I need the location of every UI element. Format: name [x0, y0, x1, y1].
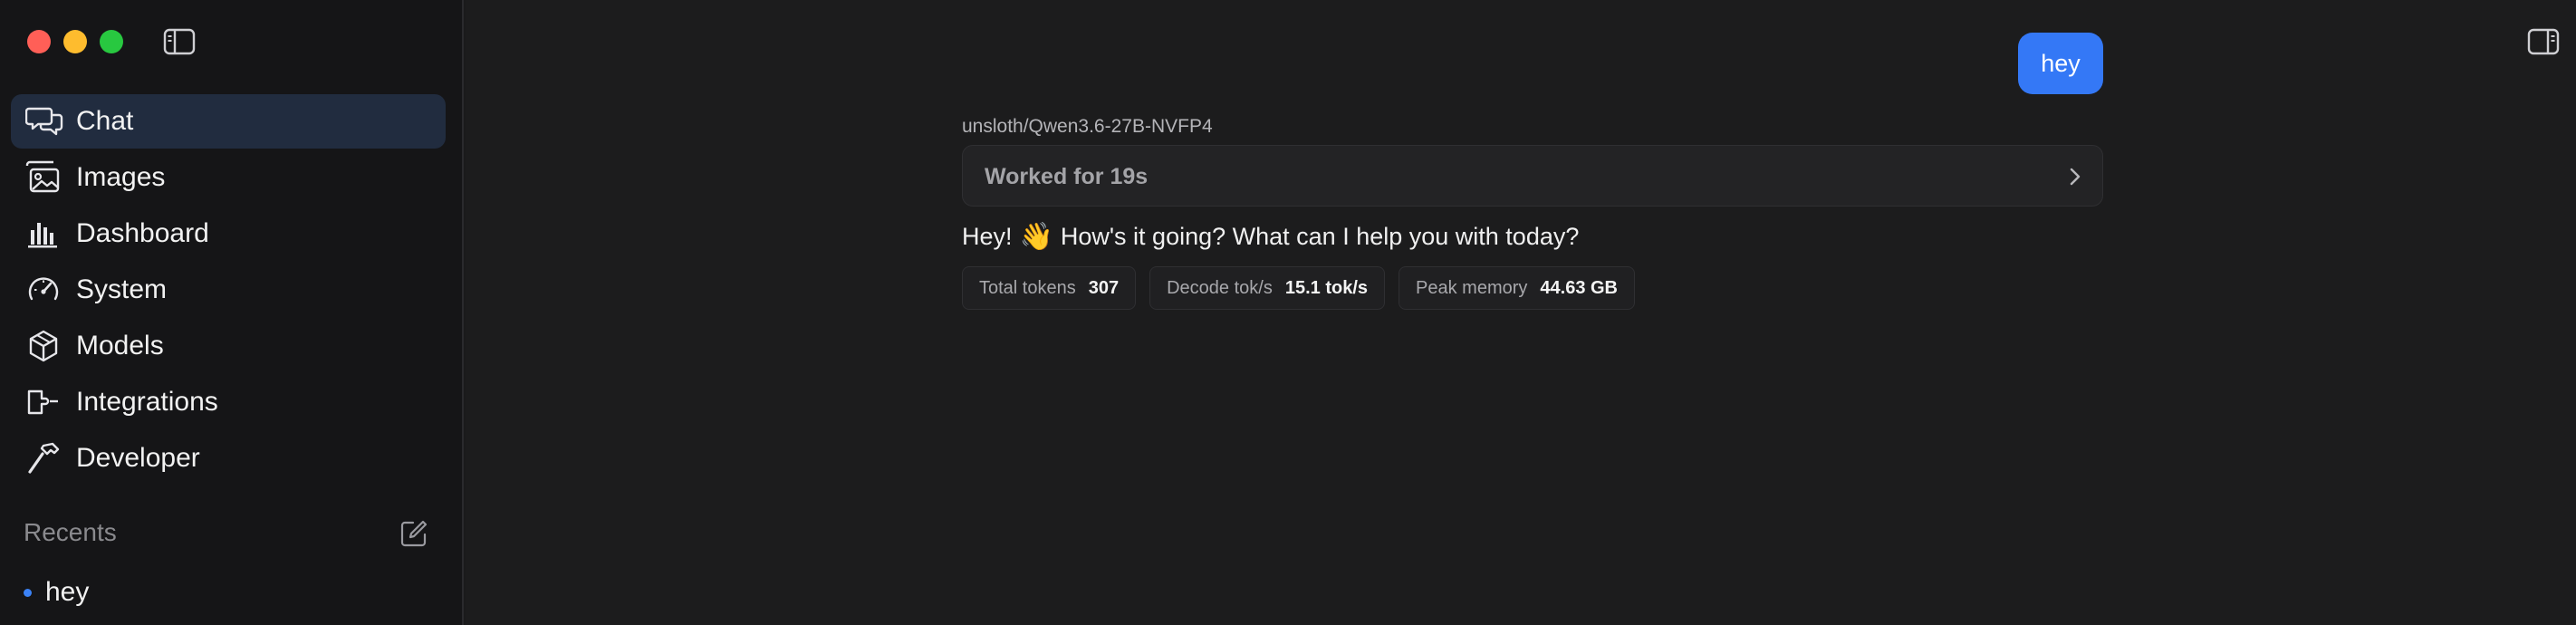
reply-greeting: Hey!: [962, 223, 1013, 250]
assistant-message: Hey! 👋 How's it going? What can I help y…: [962, 221, 1579, 253]
model-name-label: unsloth/Qwen3.6-27B-NVFP4: [962, 116, 1213, 137]
close-window-button[interactable]: [27, 30, 51, 53]
generation-stats: Total tokens 307 Decode tok/s 15.1 tok/s…: [962, 266, 1635, 310]
sidebar-item-label: Dashboard: [76, 218, 209, 248]
sidebar-item-models[interactable]: Models: [11, 319, 446, 373]
chevron-right-icon: [2062, 164, 2088, 189]
sidebar-item-dashboard[interactable]: Dashboard: [11, 207, 446, 261]
sidebar-item-chat[interactable]: Chat: [11, 94, 446, 149]
maximize-window-button[interactable]: [100, 30, 123, 53]
worked-duration-label: Worked for 19s: [985, 164, 1149, 189]
sidebar-item-label: Images: [76, 162, 166, 192]
recents-heading: Recents: [24, 518, 117, 546]
sidebar-item-developer[interactable]: Developer: [11, 431, 446, 486]
images-icon: [25, 159, 62, 196]
stat-decode-speed: Decode tok/s 15.1 tok/s: [1149, 266, 1386, 310]
stat-value: 44.63 GB: [1540, 277, 1618, 298]
sidebar-nav: Chat Images Dashboard System Models Inte…: [11, 94, 446, 487]
sidebar-item-images[interactable]: Images: [11, 150, 446, 205]
user-message-bubble: hey: [2018, 33, 2103, 94]
sidebar-toggle-icon[interactable]: [161, 27, 197, 56]
bar-chart-icon: [25, 216, 62, 252]
sidebar-item-label: Models: [76, 331, 164, 361]
sidebar-item-label: Developer: [76, 443, 200, 473]
unread-dot: [24, 588, 32, 597]
sidebar-item-system[interactable]: System: [11, 263, 446, 317]
sidebar-item-label: Integrations: [76, 387, 218, 417]
sidebar-item-integrations[interactable]: Integrations: [11, 375, 446, 429]
cube-icon: [25, 328, 62, 364]
reasoning-disclosure[interactable]: Worked for 19s: [962, 145, 2103, 207]
new-chat-icon[interactable]: [399, 518, 429, 549]
chat-area: hey unsloth/Qwen3.6-27B-NVFP4 Worked for…: [466, 0, 2576, 625]
stat-total-tokens: Total tokens 307: [962, 266, 1137, 310]
stat-key: Peak memory: [1416, 277, 1528, 298]
sidebar: Chat Images Dashboard System Models Inte…: [0, 0, 464, 625]
stat-value: 15.1 tok/s: [1284, 277, 1369, 298]
hammer-icon: [25, 440, 62, 476]
recent-chat-label: hey: [45, 577, 90, 607]
chat-bubbles-icon: [24, 103, 63, 139]
recent-chat-item[interactable]: hey: [24, 574, 89, 611]
stat-value: 307: [1088, 277, 1120, 298]
gauge-icon: [25, 272, 62, 308]
app-window: Chat Images Dashboard System Models Inte…: [0, 0, 2576, 625]
window-controls: [27, 30, 123, 53]
right-panel-toggle-icon[interactable]: [2525, 27, 2562, 56]
plug-icon: [25, 384, 62, 420]
sidebar-item-label: System: [76, 274, 168, 304]
minimize-window-button[interactable]: [63, 30, 87, 53]
stat-key: Decode tok/s: [1167, 277, 1273, 298]
stat-peak-memory: Peak memory 44.63 GB: [1399, 266, 1635, 310]
waving-hand-emoji: 👋: [1019, 222, 1053, 252]
sidebar-item-label: Chat: [76, 106, 134, 136]
reply-text: How's it going? What can I help you with…: [1060, 223, 1580, 250]
stat-key: Total tokens: [979, 277, 1076, 298]
